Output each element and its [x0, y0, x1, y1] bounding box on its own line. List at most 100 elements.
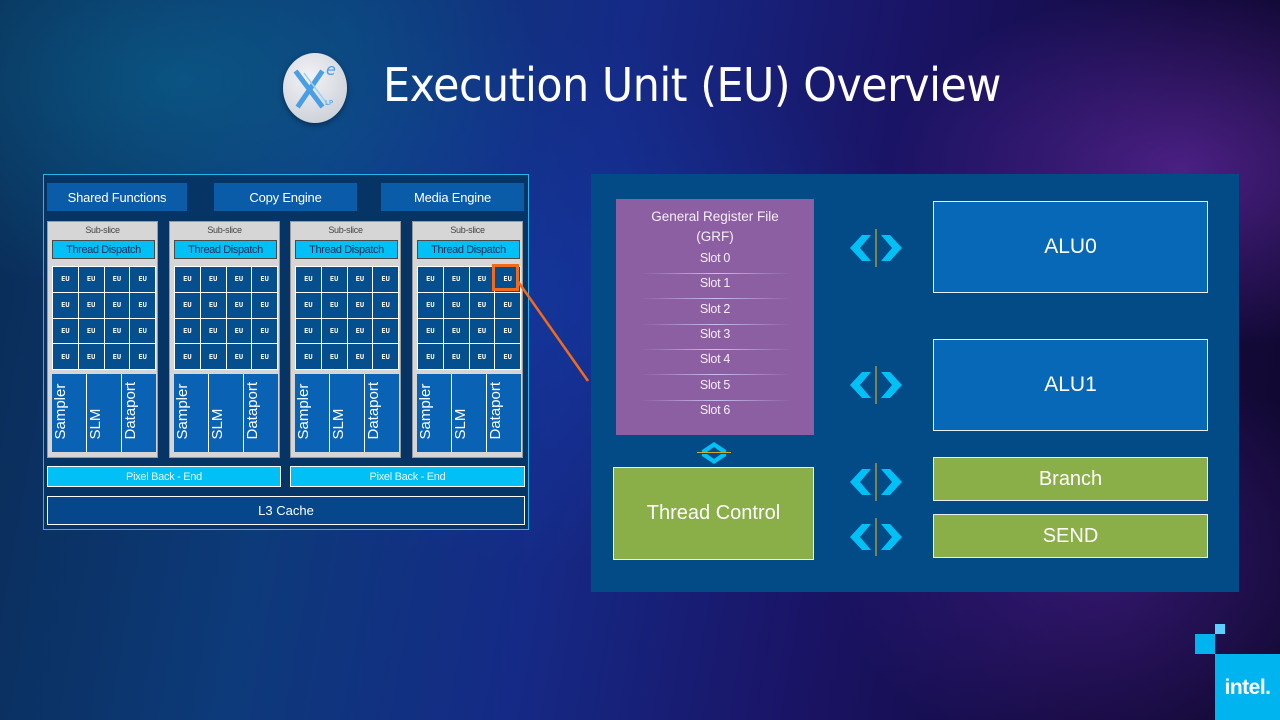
eu-cell: EU — [53, 344, 78, 369]
eu-cell: EU — [495, 344, 520, 369]
eu-cell: EU — [469, 344, 495, 369]
subslice-units: Sampler SLM Dataport — [174, 374, 278, 452]
shared-functions-block: Shared Functions — [47, 183, 187, 211]
eu-cell: EU — [347, 292, 373, 318]
grf-slot: Slot 5 — [699, 377, 731, 392]
sampler-unit: Sampler — [52, 374, 86, 452]
eu-cell: EU — [175, 292, 200, 318]
eu-cell: EU — [373, 292, 398, 318]
slm-unit: SLM — [87, 374, 121, 452]
eu-cell: EU — [200, 344, 226, 369]
sampler-unit: Sampler — [295, 374, 329, 452]
sampler-unit: Sampler — [417, 374, 451, 452]
intel-wordmark: intel. — [1224, 676, 1271, 699]
eu-cell: EU — [130, 267, 155, 292]
eu-cell: EU — [130, 344, 155, 369]
eu-cell: EU — [104, 292, 130, 318]
eu-cell: EU — [321, 318, 347, 344]
grf-slot-divider — [641, 348, 791, 350]
grf-subtitle: (GRF) — [696, 229, 734, 244]
grf-slot: Slot 4 — [699, 352, 731, 367]
subslice-label: Sub-slice — [328, 225, 363, 235]
copy-engine-block: Copy Engine — [214, 183, 357, 211]
thread-dispatch-block: Thread Dispatch — [295, 240, 398, 259]
eu-cell: EU — [104, 267, 130, 292]
eu-cell: EU — [296, 318, 321, 344]
eu-cell: EU — [78, 267, 104, 292]
grf-slot: Slot 1 — [699, 276, 731, 291]
eu-cell: EU — [200, 292, 226, 318]
unit-label: Dataport — [365, 381, 382, 440]
thread-control-block: Thread Control — [613, 467, 814, 560]
eu-cell: EU — [53, 267, 78, 292]
grf-slot: Slot 0 — [699, 251, 731, 265]
eu-cell: EU — [347, 267, 373, 292]
eu-grid: EU EU EU EU EU EU EU EU EU EU EU EU EU EU EU EU — [174, 266, 278, 370]
xe-lp-logo-icon: e LP — [293, 60, 336, 109]
eu-cell: EU — [252, 318, 277, 344]
slm-unit: SLM — [452, 374, 486, 452]
eu-cell: EU — [78, 318, 104, 344]
eu-cell: EU — [296, 344, 321, 369]
unit-label: Sampler — [295, 383, 312, 440]
slm-unit: SLM — [330, 374, 364, 452]
eu-cell: EU — [175, 267, 200, 292]
dataport-unit: Dataport — [244, 374, 278, 452]
eu-cell: EU — [296, 267, 321, 292]
subslice: Sub-slice Thread Dispatch EU EU EU EU EU EU EU EU… — [412, 221, 523, 458]
eu-cell: EU — [130, 292, 155, 318]
eu-cell: EU — [252, 344, 277, 369]
grf-slot-divider — [641, 298, 791, 300]
eu-cell: EU — [296, 292, 321, 318]
subslice: Sub-slice Thread Dispatch EU EU EU EU EU EU EU EU… — [47, 221, 158, 458]
eu-cell: EU — [321, 267, 347, 292]
eu-cell: EU — [418, 344, 443, 369]
intel-logo: intel. — [1215, 654, 1280, 720]
grf-slot: Slot 6 — [699, 402, 731, 417]
subslice-units: Sampler SLM Dataport — [295, 374, 399, 452]
eu-cell: EU — [321, 344, 347, 369]
unit-label: Dataport — [487, 381, 504, 440]
grf-slot-divider — [641, 323, 791, 325]
unit-label: Dataport — [244, 381, 261, 440]
bidirectional-arrow-icon — [850, 463, 902, 501]
unit-label: SLM — [209, 408, 226, 440]
eu-cell: EU — [443, 267, 469, 292]
bidirectional-arrow-icon — [850, 366, 902, 404]
subslice-label: Sub-slice — [207, 225, 242, 235]
pixel-backend-block: Pixel Back - End — [47, 466, 281, 487]
intel-logo-square-small — [1215, 624, 1225, 634]
unit-label: SLM — [452, 408, 469, 440]
svg-text:LP: LP — [325, 99, 333, 107]
eu-cell: EU — [469, 318, 495, 344]
eu-cell: EU — [252, 267, 277, 292]
unit-label: SLM — [330, 408, 347, 440]
eu-grid: EU EU EU EU EU EU EU EU EU EU EU EU EU EU EU EU — [295, 266, 399, 370]
dataport-unit: Dataport — [122, 374, 156, 452]
unit-label: Sampler — [417, 383, 434, 440]
eu-cell: EU — [252, 292, 277, 318]
highlighted-eu-marker — [492, 264, 519, 291]
grf-title: General Register File — [651, 209, 779, 224]
eu-cell: EU — [443, 318, 469, 344]
eu-cell: EU — [495, 292, 520, 318]
svg-text:e: e — [326, 60, 336, 79]
alu0-block: ALU0 — [933, 201, 1208, 293]
unit-label: SLM — [87, 408, 104, 440]
intel-logo-square-medium — [1195, 634, 1215, 654]
media-engine-block: Media Engine — [381, 183, 524, 211]
eu-cell: EU — [347, 344, 373, 369]
grf-slot-divider — [641, 399, 791, 401]
unit-label: Sampler — [52, 383, 69, 440]
bidirectional-vertical-arrow-icon — [697, 442, 731, 464]
thread-dispatch-block: Thread Dispatch — [52, 240, 155, 259]
eu-cell: EU — [321, 292, 347, 318]
bidirectional-arrow-icon — [850, 229, 902, 267]
xe-lp-logo: e LP — [283, 53, 347, 123]
thread-dispatch-block: Thread Dispatch — [417, 240, 520, 259]
eu-cell: EU — [373, 344, 398, 369]
eu-cell: EU — [418, 292, 443, 318]
eu-cell: EU — [104, 344, 130, 369]
eu-cell: EU — [469, 267, 495, 292]
eu-cell: EU — [226, 344, 252, 369]
